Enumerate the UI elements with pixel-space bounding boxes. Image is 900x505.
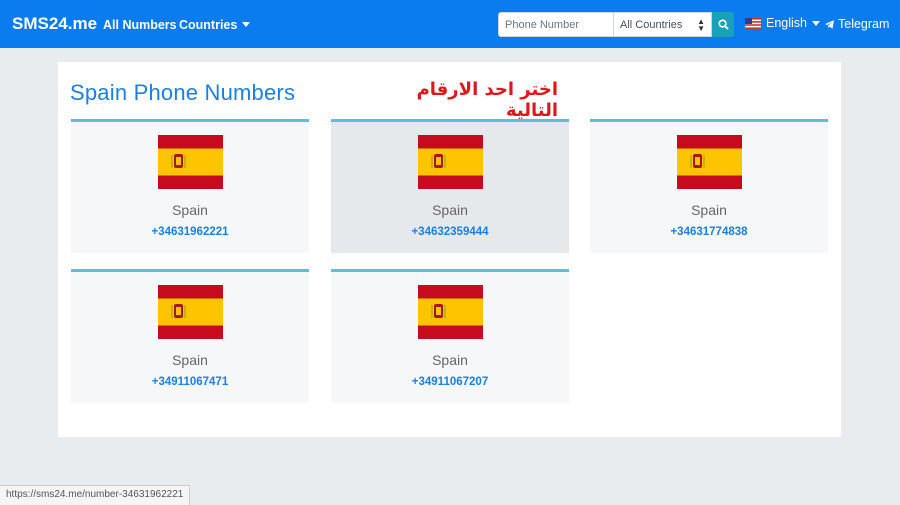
card-country-label: Spain — [432, 352, 468, 368]
nav-countries-dropdown[interactable]: Countries — [179, 18, 251, 32]
search-form: All Countries ▲▼ — [498, 12, 734, 37]
arabic-instruction-note: اختر احد الارقام التالية — [416, 79, 558, 121]
card-phone-number[interactable]: +34632359444 — [411, 226, 488, 238]
brand-logo[interactable]: SMS24.me — [12, 14, 97, 34]
phone-number-search-input[interactable] — [498, 12, 614, 37]
number-card[interactable]: Spain +34911067471 — [71, 269, 309, 403]
search-button[interactable] — [712, 12, 734, 37]
card-country-label: Spain — [691, 202, 727, 218]
search-icon — [717, 19, 729, 30]
page-title: Spain Phone Numbers — [70, 80, 296, 105]
spain-flag-icon — [676, 135, 742, 189]
top-navbar: SMS24.me All Numbers Countries All Count… — [0, 0, 900, 48]
card-phone-number[interactable]: +34911067207 — [412, 376, 488, 388]
number-card[interactable]: Spain +34631774838 — [590, 119, 828, 253]
spain-flag-icon — [417, 285, 483, 339]
card-country-label: Spain — [172, 202, 208, 218]
card-phone-number[interactable]: +34631774838 — [670, 226, 747, 238]
telegram-label: Telegram — [838, 17, 890, 31]
telegram-link[interactable]: Telegram — [824, 17, 889, 31]
spain-flag-icon — [417, 135, 483, 189]
caret-down-icon — [812, 20, 820, 26]
us-flag-icon — [745, 17, 761, 29]
card-country-label: Spain — [432, 202, 468, 218]
card-phone-number[interactable]: +34911067471 — [152, 376, 228, 388]
number-card[interactable]: Spain +34911067207 — [331, 269, 569, 403]
card-phone-number[interactable]: +34631962221 — [151, 226, 228, 238]
nav-all-numbers[interactable]: All Numbers — [103, 18, 177, 32]
select-arrows-icon: ▲ ▼ — [697, 16, 705, 33]
nav-countries-label: Countries — [179, 18, 238, 32]
spain-flag-icon — [157, 135, 223, 189]
card-country-label: Spain — [172, 352, 208, 368]
country-select[interactable]: All Countries ▲ ▼ — [614, 12, 712, 37]
caret-down-icon — [242, 22, 251, 27]
language-label: English — [766, 16, 807, 30]
language-dropdown[interactable]: English — [745, 16, 820, 30]
status-bar-url: https://sms24.me/number-34631962221 — [0, 485, 191, 505]
number-card[interactable]: Spain +34631962221 — [71, 119, 309, 253]
number-card[interactable]: Spain +34632359444 — [331, 119, 569, 253]
spain-flag-icon — [157, 285, 223, 339]
country-select-value: All Countries — [620, 18, 683, 31]
telegram-icon — [824, 19, 835, 29]
